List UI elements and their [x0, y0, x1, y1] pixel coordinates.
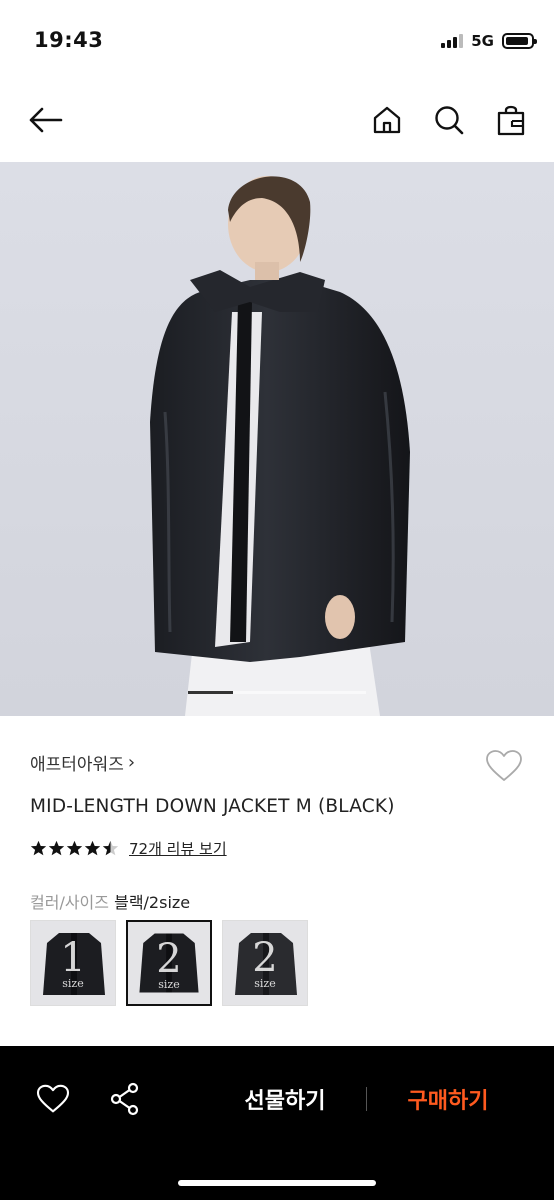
signal-icon — [441, 34, 464, 48]
option-swatches: 1 size 2 size 2 size — [30, 920, 308, 1006]
heart-outline-icon — [36, 1084, 70, 1113]
search-button[interactable] — [425, 96, 473, 144]
wishlist-button[interactable] — [482, 744, 526, 788]
star-icon — [66, 840, 83, 856]
swatch-option[interactable]: 1 size — [30, 920, 116, 1006]
option-summary: 컬러/사이즈 블랙/2size — [30, 889, 190, 913]
bottom-action-bar: 선물하기 구매하기 — [0, 1046, 554, 1200]
battery-icon — [502, 33, 537, 49]
star-icon — [84, 840, 101, 856]
brand-link[interactable]: 애프터아워즈 › — [30, 750, 135, 775]
share-icon — [110, 1082, 139, 1116]
status-time: 19:43 — [34, 28, 104, 52]
review-link[interactable]: 72개 리뷰 보기 — [129, 838, 227, 859]
swatch-option-selected[interactable]: 2 size — [126, 920, 212, 1006]
carousel-indicator — [188, 691, 366, 694]
home-indicator — [178, 1180, 376, 1186]
chevron-right-icon: › — [127, 752, 136, 773]
buy-button[interactable]: 구매하기 — [386, 1076, 510, 1122]
home-button[interactable] — [363, 96, 411, 144]
product-title: MID-LENGTH DOWN JACKET M (BLACK) — [30, 796, 395, 817]
top-nav — [0, 88, 554, 152]
cart-button[interactable] — [487, 96, 535, 144]
back-button[interactable] — [22, 96, 70, 144]
swatch-size-text: size — [254, 977, 276, 990]
home-icon — [373, 106, 401, 134]
swatch-number: 2 — [252, 935, 278, 981]
brand-name: 애프터아워즈 — [30, 755, 124, 775]
bottom-wishlist-button[interactable] — [30, 1076, 76, 1122]
swatch-option[interactable]: 2 size — [222, 920, 308, 1006]
option-label: 컬러/사이즈 — [30, 893, 109, 912]
network-label: 5G — [471, 32, 494, 50]
swatch-size-text: size — [62, 977, 84, 990]
option-value: 블랙/2size — [114, 893, 191, 912]
swatch-number: 2 — [156, 936, 182, 982]
arrow-left-icon — [29, 107, 63, 133]
share-button[interactable] — [102, 1076, 148, 1122]
status-indicators: 5G — [441, 30, 537, 52]
rating-stars — [30, 840, 119, 857]
star-icon — [48, 840, 65, 856]
product-image-carousel[interactable] — [0, 162, 554, 716]
product-photo — [0, 162, 554, 716]
star-icon — [102, 840, 119, 856]
star-icon — [30, 840, 47, 856]
swatch-number: 1 — [60, 935, 86, 981]
shopping-bag-icon — [497, 105, 525, 136]
swatch-size-text: size — [158, 978, 180, 991]
search-icon — [435, 106, 464, 135]
button-divider — [366, 1087, 367, 1111]
heart-outline-icon — [486, 750, 522, 781]
rating-row: 72개 리뷰 보기 — [30, 838, 227, 859]
gift-button[interactable]: 선물하기 — [222, 1076, 348, 1122]
status-bar: 19:43 5G — [0, 0, 554, 80]
